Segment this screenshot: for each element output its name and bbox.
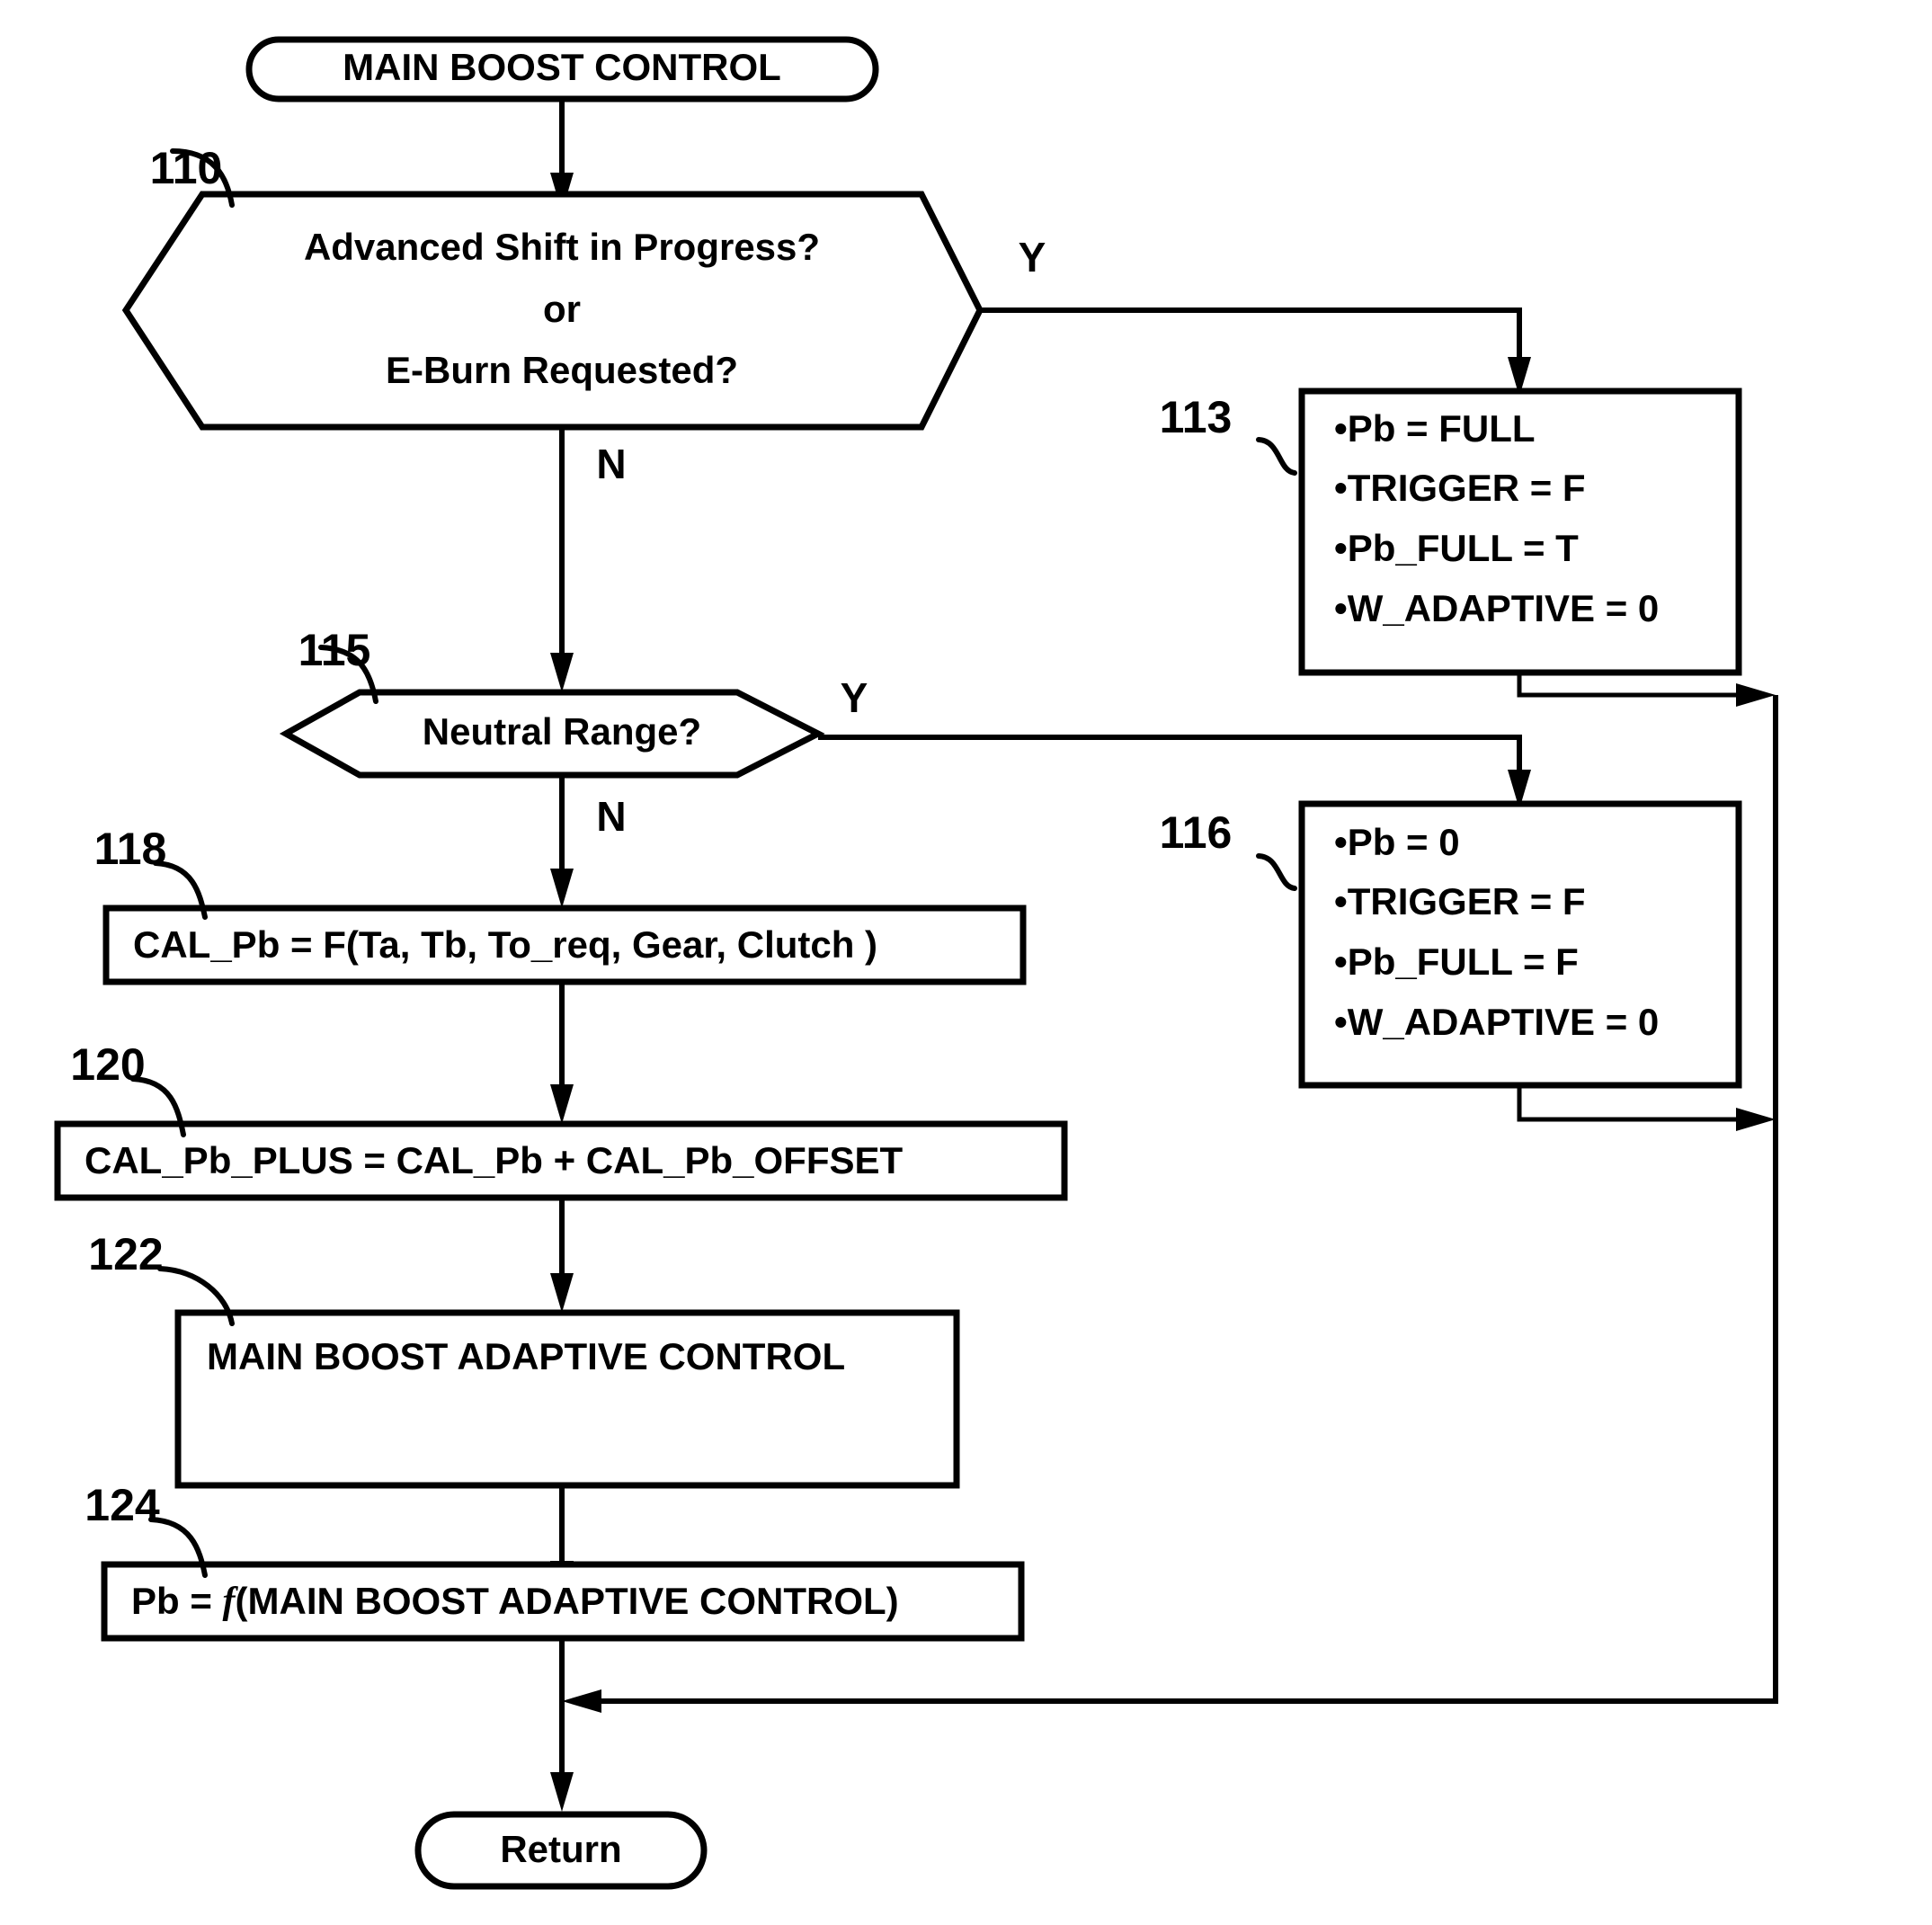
ref-number-124: 124	[85, 1480, 160, 1530]
decision-110-line2: or	[543, 288, 581, 330]
process-116-bullet-1: •TRIGGER = F	[1334, 880, 1586, 922]
decision-115-label: Neutral Range?	[423, 710, 701, 753]
flowchart-figure: MAIN BOOST CONTROL Advanced Shift in Pro…	[0, 0, 1932, 1925]
decision-110-line3: E-Burn Requested?	[386, 349, 738, 391]
process-116-bullet-3: •W_ADAPTIVE = 0	[1334, 1001, 1659, 1043]
connector-120-to-122	[550, 1198, 574, 1313]
leader-116	[1256, 853, 1297, 891]
ref-number-113: 113	[1160, 392, 1233, 442]
ref-number-118: 118	[94, 824, 167, 874]
connector-110-yes-to-113	[978, 307, 1531, 397]
branch-label-115-no: N	[596, 793, 626, 840]
connector-124-to-return	[550, 1638, 574, 1812]
process-118-label: CAL_Pb = F(Ta, Tb, To_req, Gear, Clutch …	[133, 923, 877, 966]
process-113-bullet-1: •TRIGGER = F	[1334, 467, 1586, 509]
process-124-label: Pb = f(MAIN BOOST ADAPTIVE CONTROL)	[131, 1580, 899, 1622]
process-116-bullet-2: •Pb_FULL = F	[1334, 940, 1579, 983]
connector-116-to-bus	[1517, 1085, 1776, 1131]
ref-number-120: 120	[70, 1039, 145, 1090]
process-124-prefix: Pb =	[131, 1580, 223, 1622]
process-113-bullet-2: •Pb_FULL = T	[1334, 527, 1579, 569]
process-124-suffix: (MAIN BOOST ADAPTIVE CONTROL)	[236, 1580, 899, 1622]
leader-113	[1256, 437, 1297, 476]
decision-110-line1: Advanced Shift in Progress?	[304, 226, 820, 268]
ref-number-116: 116	[1160, 807, 1233, 858]
connector-115-yes-to-116	[818, 735, 1531, 809]
ref-number-122: 122	[88, 1229, 163, 1279]
connector-113-to-bus	[1517, 673, 1776, 707]
process-116-bullet-0: •Pb = 0	[1334, 821, 1460, 863]
connector-115-no-to-118	[550, 775, 574, 908]
ref-number-115: 115	[298, 625, 371, 675]
ref-number-110: 110	[150, 143, 223, 193]
process-120-label: CAL_Pb_PLUS = CAL_Pb + CAL_Pb_OFFSET	[85, 1139, 904, 1181]
process-122-label: MAIN BOOST ADAPTIVE CONTROL	[207, 1335, 845, 1377]
branch-label-110-no: N	[596, 441, 626, 487]
process-113-bullet-0: •Pb = FULL	[1334, 407, 1536, 450]
branch-label-115-yes: Y	[841, 674, 868, 721]
process-113-bullet-3: •W_ADAPTIVE = 0	[1334, 587, 1659, 629]
return-label: Return	[500, 1828, 621, 1870]
connector-118-to-120	[550, 982, 574, 1124]
branch-label-110-yes: Y	[1019, 234, 1046, 281]
start-label: MAIN BOOST CONTROL	[343, 46, 781, 88]
flowchart-canvas: MAIN BOOST CONTROL Advanced Shift in Pro…	[54, 36, 1778, 1890]
connector-110-no-to-115	[550, 427, 574, 692]
